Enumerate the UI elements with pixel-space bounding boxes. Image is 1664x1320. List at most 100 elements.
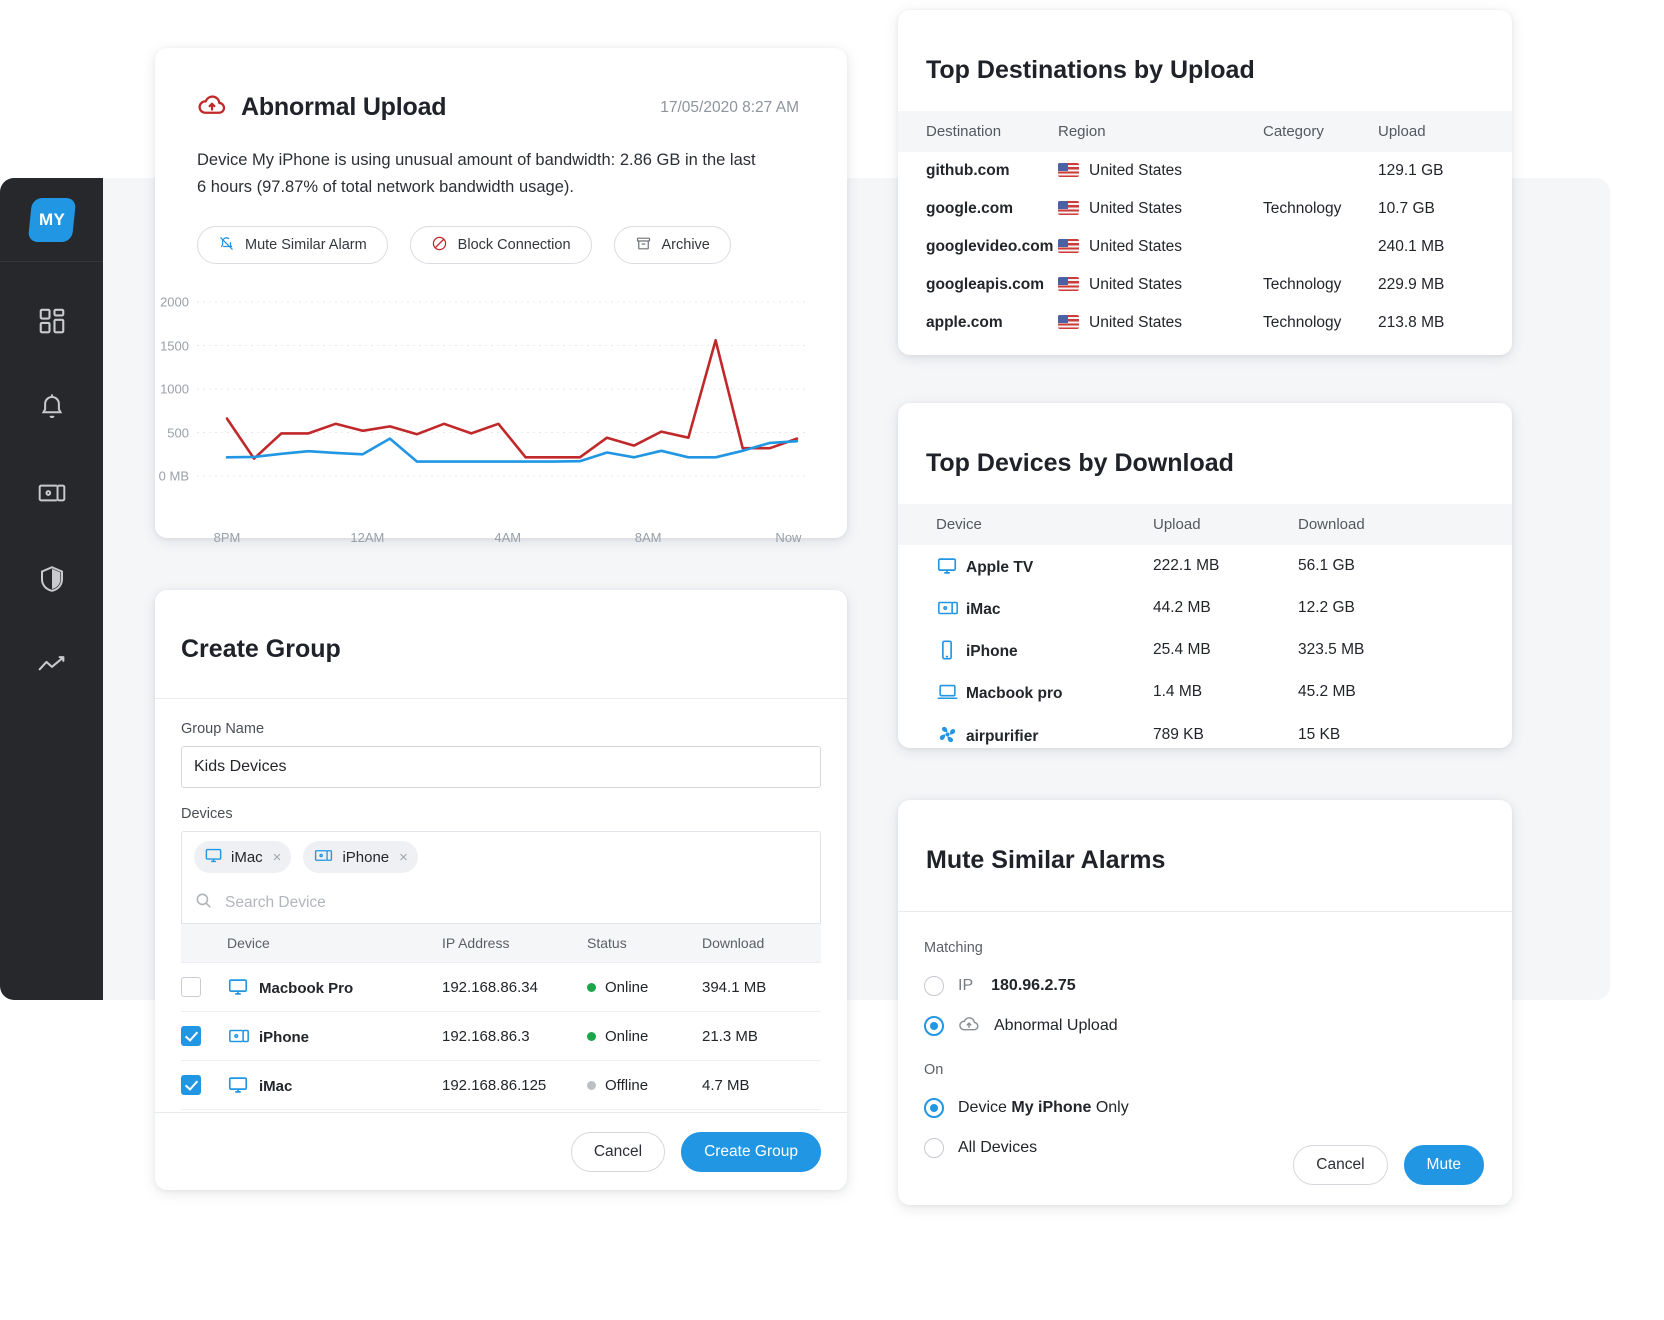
chart-x-tick: 12AM: [350, 530, 384, 545]
destination-name: github.com: [898, 152, 1058, 190]
row-checkbox-cell[interactable]: [181, 963, 227, 1012]
analytics-icon: [36, 649, 68, 681]
table-row[interactable]: googlevideo.comUnited States240.1 MB: [898, 228, 1512, 266]
row-checkbox-cell[interactable]: [181, 1061, 227, 1110]
table-row[interactable]: iMac44.2 MB12.2 GB: [898, 587, 1512, 629]
top-devices-title: Top Devices by Download: [898, 403, 1512, 478]
destination-category: Technology: [1263, 304, 1378, 342]
chart-x-tick: 8AM: [635, 530, 662, 545]
destination-category: Technology: [1263, 190, 1378, 228]
destination-upload: 240.1 MB: [1378, 228, 1512, 266]
device-upload: 25.4 MB: [1153, 629, 1298, 671]
alarm-header: Abnormal Upload 17/05/2020 8:27 AM: [155, 48, 847, 125]
search-input[interactable]: Search Device: [225, 894, 326, 912]
app-logo: MY: [27, 198, 76, 242]
block-icon: [431, 235, 448, 256]
row-checkbox-cell[interactable]: [181, 1012, 227, 1061]
table-row[interactable]: Apple TV222.1 MB56.1 GB: [898, 545, 1512, 587]
table-row[interactable]: github.comUnited States129.1 GB: [898, 152, 1512, 190]
sidebar-logo[interactable]: MY: [0, 178, 103, 262]
table-row[interactable]: Macbook pro1.4 MB45.2 MB: [898, 671, 1512, 713]
device-cell: Macbook Pro: [227, 963, 442, 1012]
on-option-device-only[interactable]: Device My iPhone Only: [924, 1088, 1512, 1128]
sidebar-item-devices[interactable]: [0, 450, 103, 536]
archive-button[interactable]: Archive: [614, 226, 731, 264]
status-badge: Offline: [587, 1061, 702, 1110]
device-download: 394.1 MB: [702, 963, 821, 1012]
devices-icon: [36, 477, 68, 509]
matching-option-ip[interactable]: IP 180.96.2.75: [924, 966, 1512, 1006]
status-label: Online: [605, 1028, 648, 1045]
group-name-input[interactable]: Kids Devices: [181, 746, 821, 788]
select-all-column: [181, 924, 227, 963]
device-upload: 789 KB: [1153, 713, 1298, 756]
devices-label: Devices: [181, 806, 821, 822]
column-ip: IP Address: [442, 924, 587, 963]
close-icon[interactable]: ×: [273, 849, 282, 866]
search-icon: [194, 891, 213, 915]
device-chip-iphone[interactable]: iPhone ×: [303, 841, 417, 873]
on-label: On: [924, 1062, 1512, 1078]
bandwidth-chart: 2000150010005000 MB 8PM12AM4AM8AMNow: [197, 290, 807, 520]
create-group-card: Create Group Group Name Kids Devices Dev…: [155, 590, 847, 1190]
device-upload: 44.2 MB: [1153, 587, 1298, 629]
abnormal-upload-card: Abnormal Upload 17/05/2020 8:27 AM Devic…: [155, 48, 847, 538]
group-name-label: Group Name: [181, 721, 821, 737]
mute-button[interactable]: Mute: [1404, 1145, 1484, 1185]
row-checkbox[interactable]: [181, 1026, 201, 1046]
table-row[interactable]: google.comUnited StatesTechnology10.7 GB: [898, 190, 1512, 228]
mute-similar-alarm-button[interactable]: Mute Similar Alarm: [197, 226, 388, 264]
mute-alarms-title: Mute Similar Alarms: [898, 800, 1512, 875]
table-row[interactable]: iPhone25.4 MB323.5 MB: [898, 629, 1512, 671]
cancel-button[interactable]: Cancel: [1293, 1145, 1387, 1185]
create-group-button[interactable]: Create Group: [681, 1132, 821, 1172]
block-connection-button[interactable]: Block Connection: [410, 226, 592, 264]
chart-y-tick: 1500: [160, 338, 197, 353]
table-row[interactable]: iMac192.168.86.125Offline4.7 MB: [181, 1061, 821, 1110]
radio-button[interactable]: [924, 1016, 944, 1036]
sidebar-item-alerts[interactable]: [0, 364, 103, 450]
table-row[interactable]: googleapis.comUnited StatesTechnology229…: [898, 266, 1512, 304]
table-row[interactable]: iPhone192.168.86.3Online21.3 MB: [181, 1012, 821, 1061]
close-icon[interactable]: ×: [399, 849, 408, 866]
table-row[interactable]: Macbook Pro192.168.86.34Online394.1 MB: [181, 963, 821, 1012]
destination-name: google.com: [898, 190, 1058, 228]
search-device-row[interactable]: Search Device: [181, 882, 821, 924]
cancel-button[interactable]: Cancel: [571, 1132, 665, 1172]
on-option-suffix: Only: [1091, 1099, 1128, 1116]
matching-option-abnormal-upload[interactable]: Abnormal Upload: [924, 1006, 1512, 1046]
device-name: iMac: [259, 1078, 292, 1095]
on-option-device: My iPhone: [1011, 1099, 1091, 1116]
sidebar-item-analytics[interactable]: [0, 622, 103, 708]
on-option-prefix: Device: [958, 1099, 1011, 1116]
destinations-table: Destination Region Category Upload githu…: [898, 111, 1512, 342]
device-chip-label: iMac: [231, 849, 263, 866]
region-label: United States: [1089, 314, 1182, 331]
table-row[interactable]: airpurifier789 KB15 KB: [898, 713, 1512, 756]
column-upload: Upload: [1378, 111, 1512, 152]
destination-upload: 229.9 MB: [1378, 266, 1512, 304]
status-badge: Online: [587, 1012, 702, 1061]
row-checkbox[interactable]: [181, 977, 201, 997]
chart-x-tick: Now: [775, 530, 801, 545]
ip-tag-label: IP: [958, 977, 973, 995]
device-upload: 222.1 MB: [1153, 545, 1298, 587]
monitor-icon: [227, 1074, 259, 1096]
top-destinations-title: Top Destinations by Upload: [898, 10, 1512, 85]
device-name: Macbook pro: [966, 685, 1062, 702]
table-row[interactable]: apple.comUnited StatesTechnology213.8 MB: [898, 304, 1512, 342]
matching-ip-value: 180.96.2.75: [991, 977, 1076, 995]
cloud-upload-icon: [958, 1013, 980, 1040]
destination-category: [1263, 152, 1378, 190]
row-checkbox[interactable]: [181, 1075, 201, 1095]
column-destination: Destination: [898, 111, 1058, 152]
page-title: Abnormal Upload: [241, 93, 446, 122]
column-device: Device: [898, 504, 1153, 545]
chart-series-upload: [227, 341, 797, 459]
sidebar-item-dashboard[interactable]: [0, 278, 103, 364]
sidebar-item-security[interactable]: [0, 536, 103, 622]
device-chip-imac[interactable]: iMac ×: [194, 841, 291, 873]
radio-button[interactable]: [924, 1098, 944, 1118]
on-option-label: Device My iPhone Only: [958, 1099, 1129, 1117]
radio-button[interactable]: [924, 976, 944, 996]
